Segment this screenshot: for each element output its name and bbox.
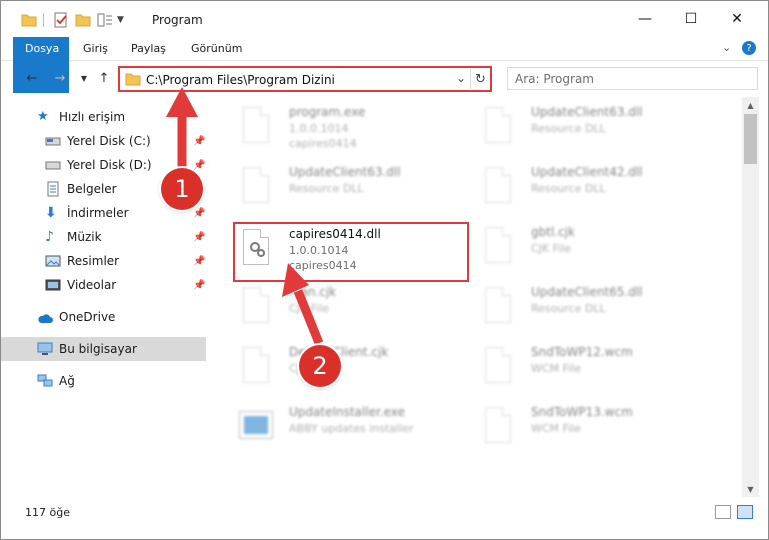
- step-badge-2: 2: [299, 345, 341, 387]
- explorer-window: ▼ Program — ☐ ✕ Dosya Giriş Paylaş Görün…: [0, 0, 769, 540]
- arrow-1: [166, 87, 198, 169]
- annotation-arrows: [166, 87, 324, 345]
- step-badge-1: 1: [161, 168, 203, 210]
- arrow-2: [282, 263, 324, 345]
